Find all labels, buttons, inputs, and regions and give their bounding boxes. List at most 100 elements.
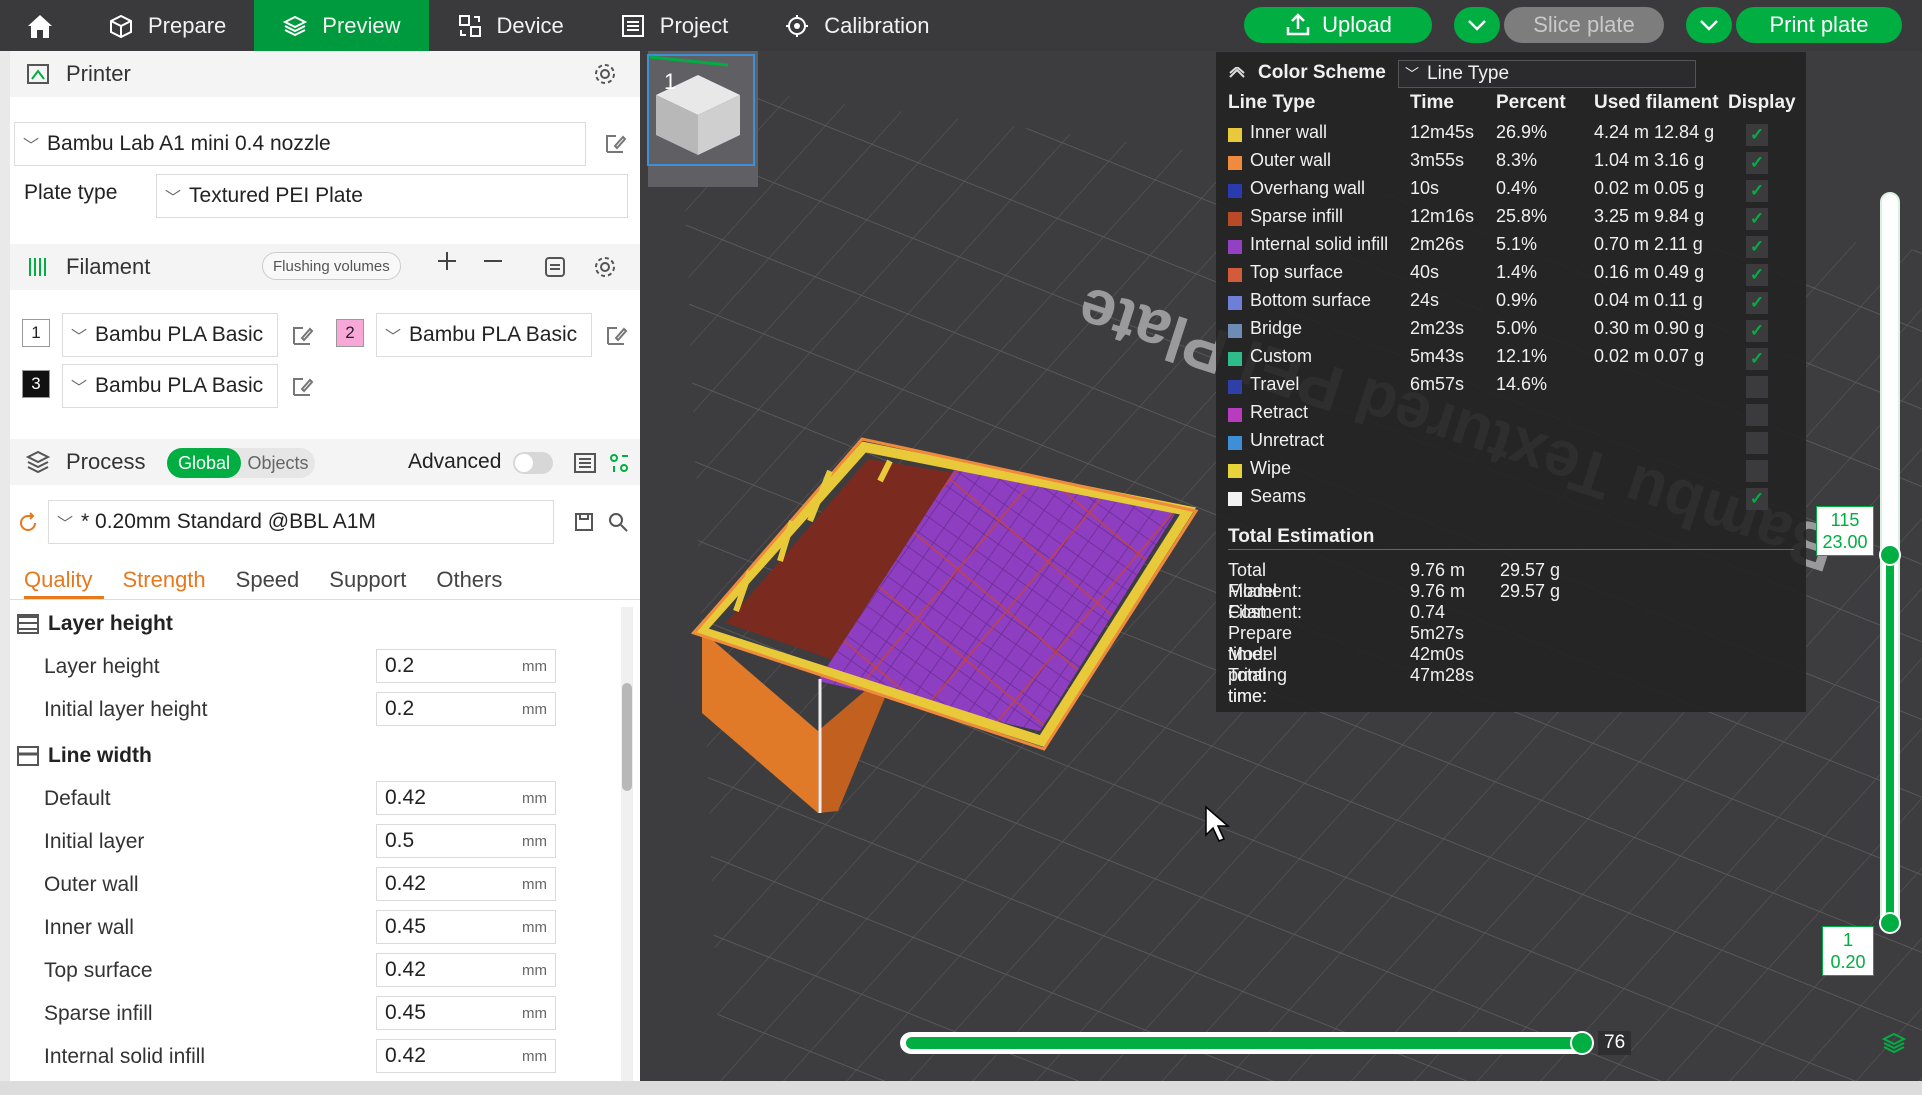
filament-slot-3-number[interactable]: 3 bbox=[22, 370, 50, 398]
tab-others[interactable]: Others bbox=[436, 567, 502, 593]
tab-project[interactable]: Project bbox=[592, 0, 756, 51]
filament-slot-2-select[interactable]: ﹀ Bambu PLA Basic bbox=[376, 313, 592, 357]
print-plate-button[interactable]: Print plate bbox=[1736, 7, 1902, 43]
display-checkbox[interactable] bbox=[1746, 376, 1768, 398]
legend-swatch bbox=[1228, 464, 1242, 478]
display-checkbox[interactable]: ✓ bbox=[1746, 292, 1768, 314]
plate-thumbnail[interactable]: 1 bbox=[647, 51, 758, 187]
slice-dropdown-button[interactable] bbox=[1454, 7, 1500, 43]
default-line-width-input[interactable]: 0.42 mm bbox=[376, 781, 556, 815]
tab-speed[interactable]: Speed bbox=[236, 567, 300, 593]
tab-device[interactable]: Device bbox=[429, 0, 592, 51]
legend-swatch bbox=[1228, 324, 1242, 338]
filament-slot-1-number[interactable]: 1 bbox=[22, 319, 50, 347]
legend-row: Inner wall 12m45s 26.9% 4.24 m 12.84 g ✓ bbox=[1228, 122, 1798, 150]
display-checkbox[interactable] bbox=[1746, 460, 1768, 482]
plus-icon bbox=[438, 252, 456, 270]
legend-row: Travel 6m57s 14.6% bbox=[1228, 374, 1798, 402]
legend-used-filament: 0.16 m 0.49 g bbox=[1594, 262, 1705, 282]
edit-filament-3-icon[interactable] bbox=[290, 375, 314, 399]
layer-slider-bottom-thumb[interactable] bbox=[1879, 912, 1901, 934]
display-checkbox[interactable] bbox=[1746, 404, 1768, 426]
global-toggle-option[interactable]: Global bbox=[167, 448, 241, 478]
slice-plate-button[interactable]: Slice plate bbox=[1504, 7, 1664, 43]
display-checkbox[interactable] bbox=[1746, 432, 1768, 454]
edit-printer-icon[interactable] bbox=[603, 132, 627, 156]
tab-strength[interactable]: Strength bbox=[122, 567, 205, 593]
objects-toggle-option[interactable]: Objects bbox=[241, 448, 315, 478]
move-slider-thumb[interactable] bbox=[1570, 1031, 1594, 1055]
filament-slot-2-number[interactable]: 2 bbox=[336, 319, 364, 347]
display-checkbox[interactable]: ✓ bbox=[1746, 488, 1768, 510]
advanced-toggle[interactable] bbox=[513, 452, 553, 474]
display-checkbox[interactable]: ✓ bbox=[1746, 264, 1768, 286]
legend-percent: 8.3% bbox=[1496, 150, 1538, 170]
process-compare-icon[interactable] bbox=[606, 450, 632, 476]
list-view-icon[interactable] bbox=[572, 450, 598, 476]
printer-select[interactable]: ﹀ Bambu Lab A1 mini 0.4 nozzle bbox=[14, 122, 586, 166]
search-icon[interactable] bbox=[606, 510, 630, 534]
add-filament-button[interactable] bbox=[434, 248, 460, 281]
display-checkbox[interactable]: ✓ bbox=[1746, 208, 1768, 230]
plate-type-select[interactable]: ﹀ Textured PEI Plate bbox=[156, 174, 628, 218]
collapse-chevron-icon[interactable] bbox=[1228, 67, 1246, 79]
legend-row: Wipe bbox=[1228, 458, 1798, 486]
layer-slider-top-thumb[interactable] bbox=[1879, 544, 1901, 566]
layer-height-group-title: Layer height bbox=[16, 612, 173, 636]
tab-preview[interactable]: Preview bbox=[254, 0, 429, 51]
filament-slot-3-select[interactable]: ﹀ Bambu PLA Basic bbox=[62, 364, 278, 408]
display-checkbox[interactable]: ✓ bbox=[1746, 152, 1768, 174]
display-checkbox[interactable]: ✓ bbox=[1746, 180, 1768, 202]
display-checkbox[interactable]: ✓ bbox=[1746, 348, 1768, 370]
save-preset-icon[interactable] bbox=[572, 510, 596, 534]
settings-scrollbar-track[interactable] bbox=[621, 607, 633, 1095]
legend-used-filament: 4.24 m 12.84 g bbox=[1594, 122, 1715, 142]
global-objects-toggle[interactable]: Global Objects bbox=[167, 448, 315, 478]
home-button[interactable] bbox=[0, 0, 80, 51]
process-preset-select[interactable]: ﹀ * 0.20mm Standard @BBL A1M bbox=[48, 500, 554, 544]
initial-layer-height-input[interactable]: 0.2 mm bbox=[376, 692, 556, 726]
display-checkbox[interactable]: ✓ bbox=[1746, 320, 1768, 342]
outer-wall-line-width-input[interactable]: 0.42 mm bbox=[376, 867, 556, 901]
legend-swatch bbox=[1228, 268, 1242, 282]
filament-settings-gear-icon[interactable] bbox=[592, 254, 618, 280]
color-scheme-select[interactable]: ﹀ Line Type bbox=[1398, 60, 1696, 88]
top-layer-height: 23.00 bbox=[1822, 532, 1868, 552]
internal-solid-infill-line-width-input[interactable]: 0.42 mm bbox=[376, 1039, 556, 1073]
layers-toggle-icon[interactable] bbox=[1882, 1032, 1906, 1054]
tab-support[interactable]: Support bbox=[329, 567, 406, 593]
inner-wall-line-width-value: 0.45 bbox=[385, 915, 426, 938]
edit-filament-1-icon[interactable] bbox=[290, 324, 314, 348]
print-dropdown-button[interactable] bbox=[1686, 7, 1732, 43]
upload-button[interactable]: Upload bbox=[1244, 7, 1432, 43]
legend-time: 2m23s bbox=[1410, 318, 1465, 338]
filament-slot-1-select[interactable]: ﹀ Bambu PLA Basic bbox=[62, 313, 278, 357]
reset-icon[interactable] bbox=[16, 511, 40, 535]
remove-filament-button[interactable] bbox=[480, 248, 506, 281]
default-line-width-label: Default bbox=[44, 787, 111, 810]
inner-wall-line-width-input[interactable]: 0.45 mm bbox=[376, 910, 556, 944]
settings-scrollbar-thumb[interactable] bbox=[622, 683, 632, 791]
display-checkbox[interactable]: ✓ bbox=[1746, 236, 1768, 258]
color-scheme-value: Line Type bbox=[1427, 63, 1510, 84]
flushing-volumes-button[interactable]: Flushing volumes bbox=[262, 252, 401, 280]
printer-settings-gear-icon[interactable] bbox=[592, 61, 618, 87]
layer-height-input[interactable]: 0.2 mm bbox=[376, 649, 556, 683]
tab-quality[interactable]: Quality bbox=[24, 567, 92, 593]
tab-prepare[interactable]: Prepare bbox=[80, 0, 254, 51]
tab-calibration[interactable]: Calibration bbox=[756, 0, 957, 51]
sparse-infill-line-width-input[interactable]: 0.45 mm bbox=[376, 996, 556, 1030]
legend-row: Custom 5m43s 12.1% 0.02 m 0.07 g ✓ bbox=[1228, 346, 1798, 374]
legend-swatch bbox=[1228, 380, 1242, 394]
initial-layer-line-width-input[interactable]: 0.5 mm bbox=[376, 824, 556, 858]
edit-filament-2-icon[interactable] bbox=[604, 324, 628, 348]
legend-percent: 5.0% bbox=[1496, 318, 1538, 338]
filament-sync-icon[interactable] bbox=[542, 254, 568, 280]
top-surface-line-width-input[interactable]: 0.42 mm bbox=[376, 953, 556, 987]
display-checkbox[interactable]: ✓ bbox=[1746, 124, 1768, 146]
legend-used-filament: 0.04 m 0.11 g bbox=[1594, 290, 1703, 310]
legend-header[interactable]: Color Scheme bbox=[1228, 62, 1386, 84]
legend-line-type: Bridge bbox=[1250, 318, 1303, 338]
printer-icon bbox=[27, 64, 49, 84]
legend-time: 12m16s bbox=[1410, 206, 1475, 226]
